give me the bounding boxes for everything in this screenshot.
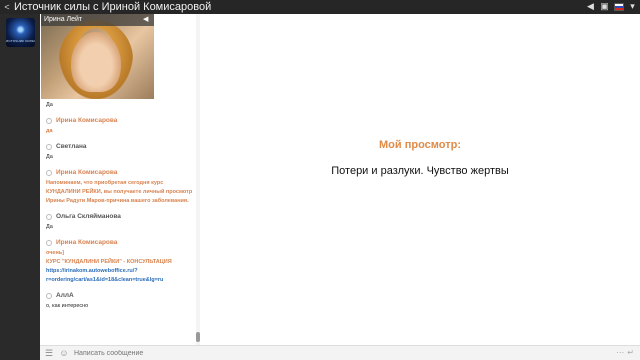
- bar-right-icons: ⋯ ↵: [616, 348, 634, 357]
- share-icon[interactable]: <: [0, 2, 14, 12]
- main-content: Мой просмотр: Потери и разлуки. Чувство …: [200, 14, 640, 345]
- user-icon: [46, 169, 52, 176]
- user-icon: [46, 117, 52, 124]
- logo-text: ИСТОЧНИК СИЛЫ: [6, 39, 35, 43]
- smiley-icon[interactable]: ☺: [58, 347, 70, 359]
- message-course: КУРС "КУНДАЛИНИ РЕЙКИ" - КОНСУЛЬТАЦИЯ: [46, 258, 193, 267]
- chat-messages: Да Ирина Комисарова да Светлана Да Ирина…: [40, 101, 197, 318]
- chat-message: Ирина Комисарова да: [40, 117, 197, 136]
- chat-message: Ирина Комисарова Напоминаем, что приобре…: [40, 169, 197, 206]
- chat-panel: Ирина Лейт ◀ Да Ирина Комисарова да Свет…: [40, 14, 200, 345]
- chat-message: Да: [40, 101, 197, 110]
- presenter-name: Ирина Лейт: [41, 14, 154, 26]
- message-text: Да: [46, 154, 53, 160]
- message-author: Ольга Скляйманова: [46, 213, 193, 220]
- logo: ИСТОЧНИК СИЛЫ: [6, 18, 35, 47]
- order-link[interactable]: https://irinakom.autoweboffice.ru/?r=ord…: [46, 268, 163, 283]
- menu-icon[interactable]: ☰: [43, 347, 55, 359]
- user-icon: [46, 143, 52, 150]
- message-bar: ☰ ☺ ⋯ ↵: [40, 345, 640, 360]
- message-link-wrap: https://irinakom.autoweboffice.ru/?r=ord…: [46, 267, 193, 285]
- window-title: Источник силы с Ириной Комисаровой: [14, 1, 212, 13]
- user-icon: [46, 292, 52, 299]
- dots-icon[interactable]: ⋯: [616, 348, 624, 357]
- message-author: Ирина Комисарова: [46, 239, 193, 246]
- view-heading: Мой просмотр:: [379, 139, 461, 151]
- author-name: Ирина Комисарова: [56, 117, 118, 124]
- message-text: о, как интересно: [46, 303, 89, 309]
- author-name: Ирина Комисарова: [56, 239, 118, 246]
- message-author: Ирина Комисарова: [46, 169, 193, 176]
- collapse-video-icon[interactable]: ◀: [143, 15, 148, 23]
- author-name: АллА: [56, 292, 74, 299]
- user-icon: [46, 213, 52, 220]
- chat-message: Ольга Скляйманова Да: [40, 213, 197, 232]
- message-text: да: [46, 128, 53, 134]
- message-text: Напоминаем, что приобретая сегодня курс …: [46, 180, 193, 204]
- author-name: Ольга Скляйманова: [56, 213, 121, 220]
- author-name: Ирина Комисарова: [56, 169, 118, 176]
- chat-message: АллА о, как интересно: [40, 292, 197, 311]
- message-text: Да: [46, 224, 53, 230]
- message-author: Светлана: [46, 143, 193, 150]
- chat-message: Ирина Комисарова очень] КУРС "КУНДАЛИНИ …: [40, 239, 197, 285]
- message-input[interactable]: [74, 347, 594, 359]
- message-author: АллА: [46, 292, 193, 299]
- presenter-video[interactable]: Ирина Лейт ◀: [41, 14, 154, 99]
- view-subtitle: Потери и разлуки. Чувство жертвы: [331, 165, 509, 177]
- russian-flag-icon[interactable]: [613, 1, 624, 12]
- author-name: Светлана: [56, 143, 87, 150]
- fullscreen-icon[interactable]: ▣: [599, 1, 610, 12]
- message-text-pre: очень]: [46, 250, 65, 256]
- user-icon: [46, 239, 52, 246]
- message-text: Да: [46, 102, 53, 108]
- enter-icon[interactable]: ↵: [627, 348, 634, 357]
- window-controls: ◀ ▣ ▾: [585, 1, 638, 12]
- chat-message: Светлана Да: [40, 143, 197, 162]
- left-strip: ИСТОЧНИК СИЛЫ: [0, 14, 40, 360]
- volume-icon[interactable]: ◀: [585, 1, 596, 12]
- top-bar: < Источник силы с Ириной Комисаровой ◀ ▣…: [0, 0, 640, 14]
- course-title: КУРС "КУНДАЛИНИ РЕЙКИ" - КОНСУЛЬТАЦИЯ: [46, 259, 172, 265]
- message-author: Ирина Комисарова: [46, 117, 193, 124]
- video-face: [71, 32, 121, 92]
- chevron-down-icon[interactable]: ▾: [627, 1, 638, 12]
